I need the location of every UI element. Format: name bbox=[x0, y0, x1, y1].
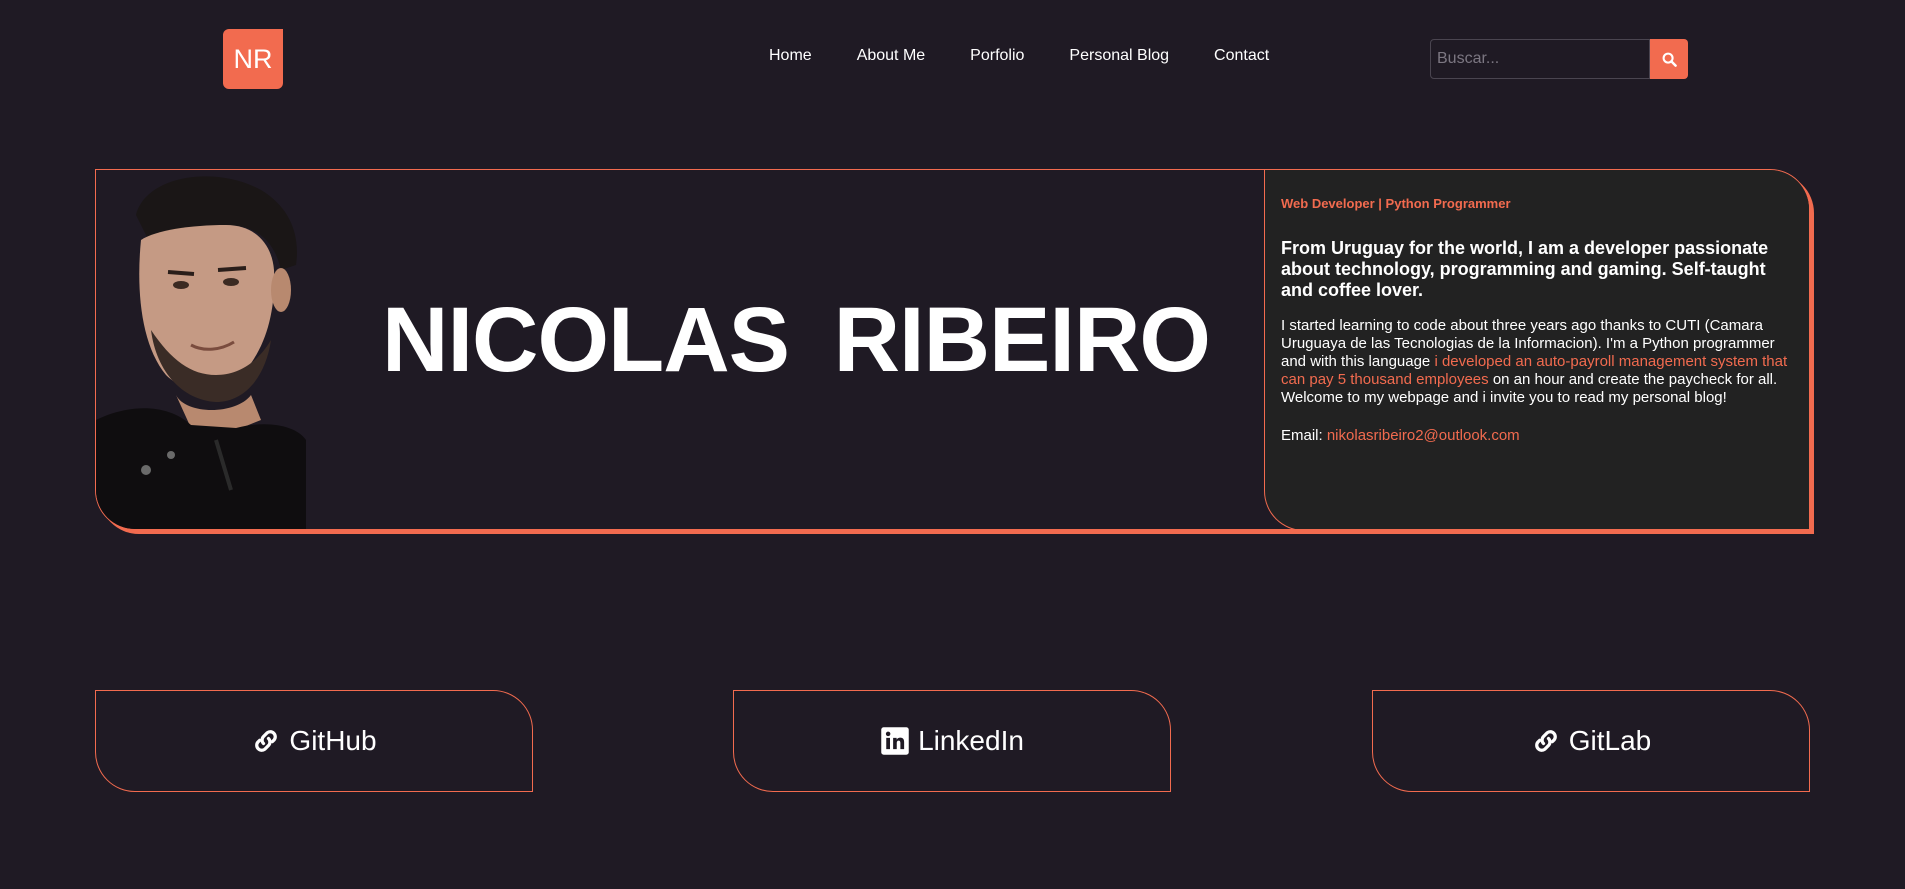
main-nav: Home About Me Porfolio Personal Blog Con… bbox=[769, 47, 1314, 65]
search-input[interactable] bbox=[1430, 39, 1650, 79]
link-icon bbox=[1531, 726, 1561, 756]
page: NR Home About Me Porfolio Personal Blog … bbox=[0, 0, 1905, 889]
bio-text: I started learning to code about three y… bbox=[1281, 317, 1795, 407]
gitlab-link-card[interactable]: GitLab bbox=[1372, 690, 1810, 792]
github-label: GitHub bbox=[289, 725, 377, 756]
nav-about-me[interactable]: About Me bbox=[857, 47, 925, 65]
search-icon bbox=[1662, 52, 1677, 67]
hero-name: NICOLAS RIBEIRO bbox=[382, 289, 1211, 391]
gitlab-label: GitLab bbox=[1568, 725, 1652, 756]
logo[interactable]: NR bbox=[223, 29, 283, 89]
nav-portfolio[interactable]: Porfolio bbox=[970, 47, 1024, 65]
role-label: Web Developer | Python Programmer bbox=[1281, 196, 1511, 211]
linkedin-label: LinkedIn bbox=[918, 725, 1024, 756]
bio-lead: From Uruguay for the world, I am a devel… bbox=[1281, 238, 1769, 300]
bio-panel: Web Developer | Python Programmer From U… bbox=[1264, 170, 1809, 529]
linkedin-icon bbox=[880, 726, 910, 756]
email-line: Email: nikolasribeiro2@outlook.com bbox=[1281, 427, 1795, 444]
nav-home[interactable]: Home bbox=[769, 47, 812, 65]
github-link-card[interactable]: GitHub bbox=[95, 690, 533, 792]
email-label: Email: bbox=[1281, 427, 1327, 444]
profile-photo bbox=[96, 170, 306, 529]
hero-banner: NICOLAS RIBEIRO Web Developer | Python P… bbox=[95, 169, 1810, 530]
nav-contact[interactable]: Contact bbox=[1214, 47, 1269, 65]
search-button[interactable] bbox=[1650, 39, 1688, 79]
nav-personal-blog[interactable]: Personal Blog bbox=[1069, 47, 1169, 65]
email-link[interactable]: nikolasribeiro2@outlook.com bbox=[1327, 427, 1520, 444]
search-form bbox=[1430, 39, 1688, 79]
link-icon bbox=[251, 726, 281, 756]
linkedin-link-card[interactable]: LinkedIn bbox=[733, 690, 1171, 792]
